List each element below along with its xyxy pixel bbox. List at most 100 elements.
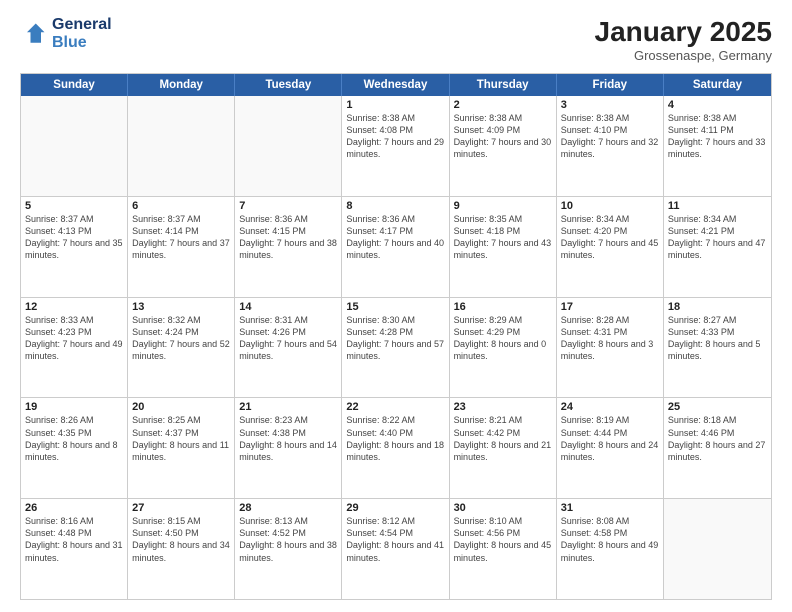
cell-sun-info: Sunrise: 8:13 AM Sunset: 4:52 PM Dayligh… [239, 515, 337, 564]
cell-day-number: 20 [132, 401, 230, 413]
calendar-cell: 31Sunrise: 8:08 AM Sunset: 4:58 PM Dayli… [557, 499, 664, 599]
cell-sun-info: Sunrise: 8:38 AM Sunset: 4:11 PM Dayligh… [668, 112, 767, 161]
day-header: Wednesday [342, 74, 449, 96]
calendar-cell [21, 96, 128, 196]
cell-day-number: 23 [454, 401, 552, 413]
cell-day-number: 19 [25, 401, 123, 413]
cell-sun-info: Sunrise: 8:28 AM Sunset: 4:31 PM Dayligh… [561, 314, 659, 363]
cell-day-number: 15 [346, 301, 444, 313]
cell-day-number: 6 [132, 200, 230, 212]
cell-sun-info: Sunrise: 8:29 AM Sunset: 4:29 PM Dayligh… [454, 314, 552, 363]
cell-day-number: 28 [239, 502, 337, 514]
calendar-cell [664, 499, 771, 599]
cell-day-number: 5 [25, 200, 123, 212]
calendar-cell: 12Sunrise: 8:33 AM Sunset: 4:23 PM Dayli… [21, 298, 128, 398]
cell-sun-info: Sunrise: 8:33 AM Sunset: 4:23 PM Dayligh… [25, 314, 123, 363]
day-header: Sunday [21, 74, 128, 96]
cell-sun-info: Sunrise: 8:16 AM Sunset: 4:48 PM Dayligh… [25, 515, 123, 564]
cell-day-number: 27 [132, 502, 230, 514]
calendar-cell: 17Sunrise: 8:28 AM Sunset: 4:31 PM Dayli… [557, 298, 664, 398]
header: General Blue January 2025 Grossenaspe, G… [20, 16, 772, 63]
week-row: 5Sunrise: 8:37 AM Sunset: 4:13 PM Daylig… [21, 197, 771, 298]
cell-sun-info: Sunrise: 8:25 AM Sunset: 4:37 PM Dayligh… [132, 414, 230, 463]
cell-sun-info: Sunrise: 8:12 AM Sunset: 4:54 PM Dayligh… [346, 515, 444, 564]
cell-day-number: 29 [346, 502, 444, 514]
calendar-cell: 20Sunrise: 8:25 AM Sunset: 4:37 PM Dayli… [128, 398, 235, 498]
cell-day-number: 26 [25, 502, 123, 514]
calendar-cell: 6Sunrise: 8:37 AM Sunset: 4:14 PM Daylig… [128, 197, 235, 297]
calendar-cell: 22Sunrise: 8:22 AM Sunset: 4:40 PM Dayli… [342, 398, 449, 498]
cell-sun-info: Sunrise: 8:34 AM Sunset: 4:21 PM Dayligh… [668, 213, 767, 262]
calendar-cell: 29Sunrise: 8:12 AM Sunset: 4:54 PM Dayli… [342, 499, 449, 599]
calendar-cell: 5Sunrise: 8:37 AM Sunset: 4:13 PM Daylig… [21, 197, 128, 297]
week-row: 19Sunrise: 8:26 AM Sunset: 4:35 PM Dayli… [21, 398, 771, 499]
week-row: 12Sunrise: 8:33 AM Sunset: 4:23 PM Dayli… [21, 298, 771, 399]
cell-sun-info: Sunrise: 8:34 AM Sunset: 4:20 PM Dayligh… [561, 213, 659, 262]
location-subtitle: Grossenaspe, Germany [595, 48, 772, 63]
cell-day-number: 14 [239, 301, 337, 313]
calendar-cell: 28Sunrise: 8:13 AM Sunset: 4:52 PM Dayli… [235, 499, 342, 599]
cell-sun-info: Sunrise: 8:38 AM Sunset: 4:08 PM Dayligh… [346, 112, 444, 161]
calendar: SundayMondayTuesdayWednesdayThursdayFrid… [20, 73, 772, 600]
cell-day-number: 11 [668, 200, 767, 212]
cell-day-number: 17 [561, 301, 659, 313]
cell-sun-info: Sunrise: 8:35 AM Sunset: 4:18 PM Dayligh… [454, 213, 552, 262]
calendar-cell: 11Sunrise: 8:34 AM Sunset: 4:21 PM Dayli… [664, 197, 771, 297]
cell-day-number: 3 [561, 99, 659, 111]
cell-sun-info: Sunrise: 8:37 AM Sunset: 4:13 PM Dayligh… [25, 213, 123, 262]
cell-day-number: 13 [132, 301, 230, 313]
calendar-cell: 23Sunrise: 8:21 AM Sunset: 4:42 PM Dayli… [450, 398, 557, 498]
page: General Blue January 2025 Grossenaspe, G… [0, 0, 792, 612]
cell-day-number: 30 [454, 502, 552, 514]
day-header: Thursday [450, 74, 557, 96]
logo-line2: Blue [52, 34, 112, 52]
calendar-cell: 18Sunrise: 8:27 AM Sunset: 4:33 PM Dayli… [664, 298, 771, 398]
calendar-cell: 2Sunrise: 8:38 AM Sunset: 4:09 PM Daylig… [450, 96, 557, 196]
cell-sun-info: Sunrise: 8:26 AM Sunset: 4:35 PM Dayligh… [25, 414, 123, 463]
cell-day-number: 24 [561, 401, 659, 413]
calendar-cell: 9Sunrise: 8:35 AM Sunset: 4:18 PM Daylig… [450, 197, 557, 297]
cell-day-number: 16 [454, 301, 552, 313]
cell-sun-info: Sunrise: 8:10 AM Sunset: 4:56 PM Dayligh… [454, 515, 552, 564]
cell-sun-info: Sunrise: 8:23 AM Sunset: 4:38 PM Dayligh… [239, 414, 337, 463]
calendar-cell: 19Sunrise: 8:26 AM Sunset: 4:35 PM Dayli… [21, 398, 128, 498]
calendar-cell: 25Sunrise: 8:18 AM Sunset: 4:46 PM Dayli… [664, 398, 771, 498]
calendar-cell: 10Sunrise: 8:34 AM Sunset: 4:20 PM Dayli… [557, 197, 664, 297]
cell-sun-info: Sunrise: 8:27 AM Sunset: 4:33 PM Dayligh… [668, 314, 767, 363]
calendar-cell: 4Sunrise: 8:38 AM Sunset: 4:11 PM Daylig… [664, 96, 771, 196]
cell-day-number: 10 [561, 200, 659, 212]
month-title: January 2025 [595, 16, 772, 48]
cell-sun-info: Sunrise: 8:38 AM Sunset: 4:09 PM Dayligh… [454, 112, 552, 161]
week-row: 26Sunrise: 8:16 AM Sunset: 4:48 PM Dayli… [21, 499, 771, 599]
cell-sun-info: Sunrise: 8:36 AM Sunset: 4:15 PM Dayligh… [239, 213, 337, 262]
cell-day-number: 21 [239, 401, 337, 413]
day-header: Tuesday [235, 74, 342, 96]
calendar-cell: 24Sunrise: 8:19 AM Sunset: 4:44 PM Dayli… [557, 398, 664, 498]
cell-day-number: 22 [346, 401, 444, 413]
calendar-cell: 15Sunrise: 8:30 AM Sunset: 4:28 PM Dayli… [342, 298, 449, 398]
logo: General Blue [20, 16, 112, 53]
day-header: Monday [128, 74, 235, 96]
weeks: 1Sunrise: 8:38 AM Sunset: 4:08 PM Daylig… [21, 96, 771, 599]
calendar-cell [235, 96, 342, 196]
cell-sun-info: Sunrise: 8:36 AM Sunset: 4:17 PM Dayligh… [346, 213, 444, 262]
cell-sun-info: Sunrise: 8:19 AM Sunset: 4:44 PM Dayligh… [561, 414, 659, 463]
calendar-cell: 3Sunrise: 8:38 AM Sunset: 4:10 PM Daylig… [557, 96, 664, 196]
logo-icon [20, 20, 48, 48]
cell-sun-info: Sunrise: 8:22 AM Sunset: 4:40 PM Dayligh… [346, 414, 444, 463]
cell-day-number: 9 [454, 200, 552, 212]
cell-day-number: 31 [561, 502, 659, 514]
cell-sun-info: Sunrise: 8:31 AM Sunset: 4:26 PM Dayligh… [239, 314, 337, 363]
cell-sun-info: Sunrise: 8:18 AM Sunset: 4:46 PM Dayligh… [668, 414, 767, 463]
day-header: Saturday [664, 74, 771, 96]
calendar-cell: 30Sunrise: 8:10 AM Sunset: 4:56 PM Dayli… [450, 499, 557, 599]
cell-day-number: 18 [668, 301, 767, 313]
day-headers: SundayMondayTuesdayWednesdayThursdayFrid… [21, 74, 771, 96]
cell-day-number: 8 [346, 200, 444, 212]
calendar-cell: 27Sunrise: 8:15 AM Sunset: 4:50 PM Dayli… [128, 499, 235, 599]
cell-sun-info: Sunrise: 8:15 AM Sunset: 4:50 PM Dayligh… [132, 515, 230, 564]
title-block: January 2025 Grossenaspe, Germany [595, 16, 772, 63]
calendar-cell: 7Sunrise: 8:36 AM Sunset: 4:15 PM Daylig… [235, 197, 342, 297]
calendar-cell: 13Sunrise: 8:32 AM Sunset: 4:24 PM Dayli… [128, 298, 235, 398]
cell-sun-info: Sunrise: 8:37 AM Sunset: 4:14 PM Dayligh… [132, 213, 230, 262]
